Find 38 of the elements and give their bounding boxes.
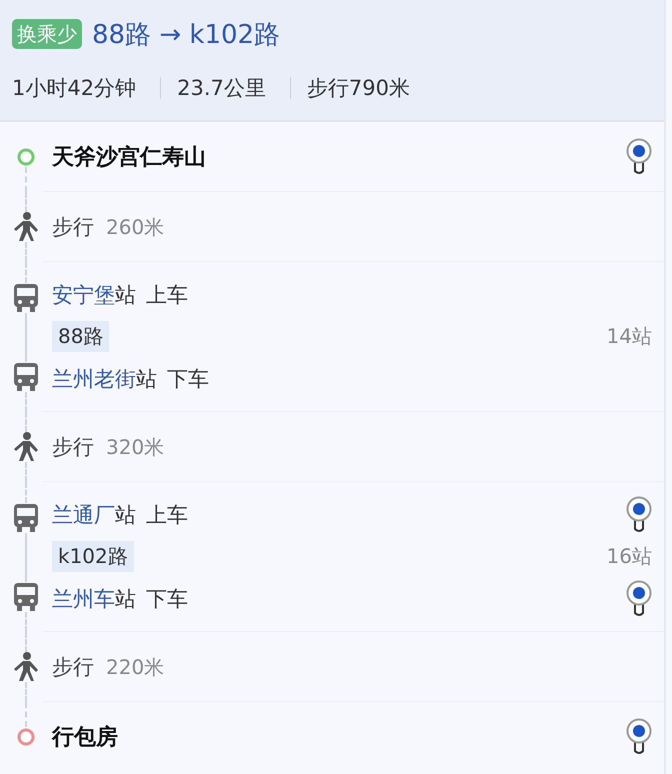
end-point-icon: [16, 727, 36, 747]
bus-line-tag[interactable]: 88路: [52, 321, 110, 352]
start-point-icon: [16, 147, 36, 167]
walk-distance: 260米: [106, 214, 164, 240]
stop-action: 下车: [167, 366, 209, 392]
station-link[interactable]: 兰州老街: [52, 364, 136, 392]
route-title: 88路 → k102路: [92, 18, 280, 52]
walking-person-icon: [13, 212, 39, 242]
station-link[interactable]: 兰州车: [52, 584, 115, 612]
trip-stat: 23.7公里: [177, 75, 266, 102]
walking-person-icon: [13, 432, 39, 462]
station-link[interactable]: 安宁堡: [52, 280, 115, 308]
walk-label: 步行: [52, 214, 94, 240]
stop-action: 上车: [146, 282, 188, 308]
walking-person-icon: [13, 652, 39, 682]
place-name: 行包房: [52, 724, 118, 752]
stop-action: 上车: [146, 502, 188, 528]
station-link[interactable]: 兰通厂: [52, 500, 115, 528]
walk-label: 步行: [52, 654, 94, 680]
bus-icon: [13, 362, 39, 392]
stop-count: 14站: [606, 323, 652, 350]
trip-stat: 步行790米: [306, 75, 410, 102]
bus-icon: [13, 502, 39, 532]
walk-distance: 320米: [106, 434, 164, 460]
station-suffix: 站: [136, 366, 157, 392]
bus-icon: [13, 582, 39, 612]
walk-distance: 220米: [106, 654, 164, 680]
trip-stat: 1小时42分钟: [12, 75, 136, 102]
station-suffix: 站: [115, 502, 136, 528]
route-tag: 换乘少: [12, 19, 82, 49]
station-suffix: 站: [115, 282, 136, 308]
station-suffix: 站: [115, 586, 136, 612]
bus-line-tag[interactable]: k102路: [52, 541, 134, 572]
stop-count: 16站: [606, 543, 652, 570]
stop-action: 下车: [146, 586, 188, 612]
place-name: 天斧沙宫仁寿山: [52, 144, 206, 172]
bus-icon: [13, 282, 39, 312]
walk-label: 步行: [52, 434, 94, 460]
